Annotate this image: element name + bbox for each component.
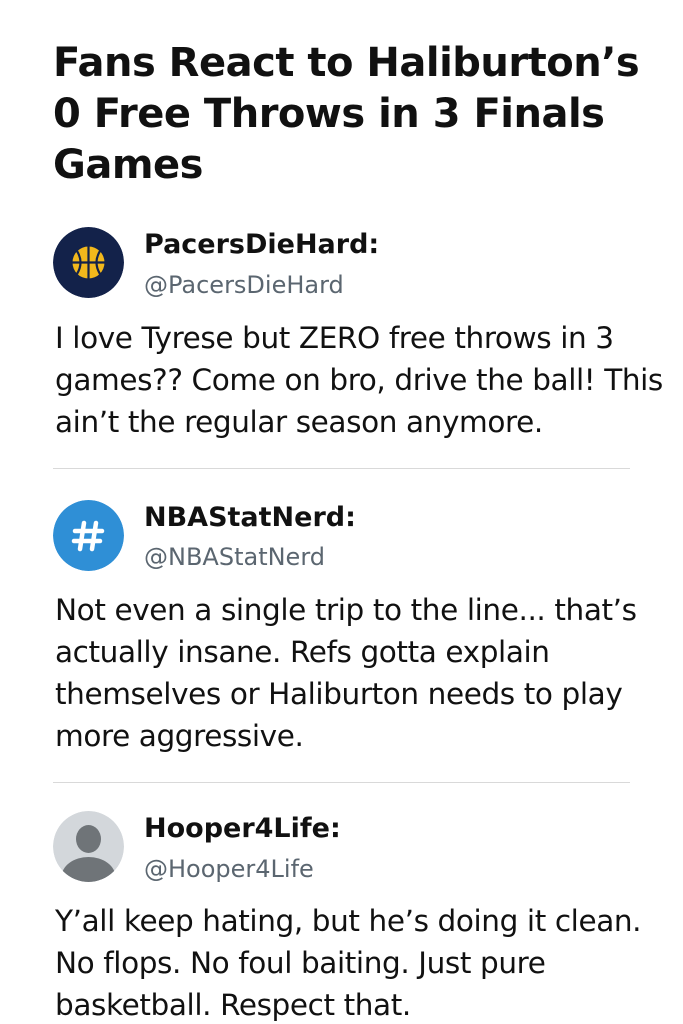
default-user-icon bbox=[53, 811, 124, 882]
hashtag-icon bbox=[53, 500, 124, 571]
post-author-name[interactable]: PacersDieHard: bbox=[144, 229, 379, 261]
avatar[interactable] bbox=[53, 500, 124, 571]
basketball-icon bbox=[53, 227, 124, 298]
post-author-handle[interactable]: @Hooper4Life bbox=[144, 854, 314, 884]
news-page: Fans React to Haliburton’s 0 Free Throws… bbox=[0, 0, 683, 1024]
avatar[interactable] bbox=[53, 811, 124, 882]
post-text: I love Tyrese but ZERO free throws in 3 … bbox=[55, 321, 663, 439]
post-author-handle[interactable]: @PacersDieHard bbox=[144, 270, 344, 300]
post-divider bbox=[53, 782, 630, 783]
avatar[interactable] bbox=[53, 227, 124, 298]
post-text: Not even a single trip to the line... th… bbox=[55, 593, 637, 753]
post-author-name[interactable]: NBAStatNerd: bbox=[144, 502, 356, 534]
post-author-handle[interactable]: @NBAStatNerd bbox=[144, 542, 325, 572]
post-text: Y’all keep hating, but he’s doing it cle… bbox=[55, 904, 642, 1022]
article-headline: Fans React to Haliburton’s 0 Free Throws… bbox=[53, 40, 640, 188]
post-divider bbox=[53, 468, 630, 469]
post-author-name[interactable]: Hooper4Life: bbox=[144, 813, 341, 845]
